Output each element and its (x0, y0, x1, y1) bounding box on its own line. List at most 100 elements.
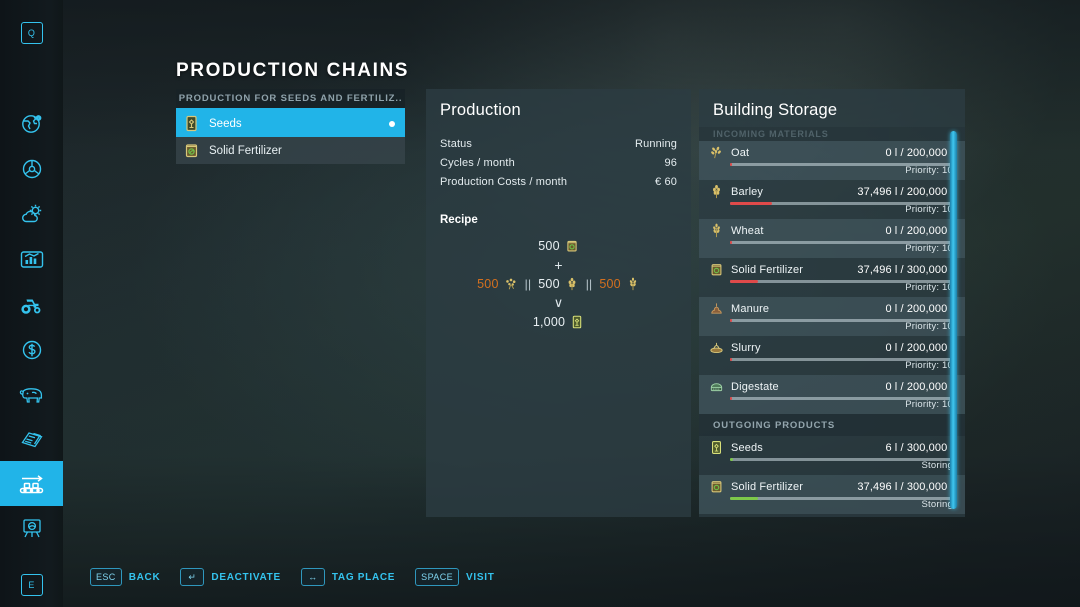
stat-value: € 60 (654, 176, 677, 188)
storage-item-priority: Priority: 10 (905, 321, 953, 332)
wheat-icon (626, 277, 640, 291)
storage-item-name: Manure (731, 302, 770, 315)
storage-row-wheat[interactable]: Wheat 0 l / 200,000 l Priority: 10 (699, 219, 965, 258)
storage-item-name: Oat (731, 146, 750, 159)
keycap-q-icon: Q (20, 21, 43, 44)
storage-item-qty: 37,496 l / 300,000 l (857, 263, 953, 276)
recipe-separator: || (524, 277, 532, 291)
storage-item-name: Solid Fertilizer (731, 263, 804, 276)
active-indicator-dot (389, 120, 395, 127)
storage-row-seeds-out[interactable]: Seeds 6 l / 300,000 l Storing (699, 436, 965, 475)
key-esc-icon: ESC (90, 568, 122, 586)
help-action-label: DEACTIVATE (211, 571, 281, 583)
help-action-visit[interactable]: SPACE VISIT (415, 568, 494, 586)
sidebar-item-contracts[interactable] (0, 417, 63, 462)
storage-panel-title: Building Storage (713, 101, 838, 119)
production-list-item-label: Solid Fertilizer (209, 144, 282, 157)
key-space-icon: SPACE (415, 568, 460, 586)
recipe-input-alternatives: 500 || 500 || 500 (440, 277, 677, 291)
sidebar-item-finances[interactable] (0, 327, 63, 372)
stat-label: Status (440, 138, 473, 150)
sidebar-item-map-marker-key[interactable]: Q (0, 10, 63, 55)
stat-label: Cycles / month (440, 157, 515, 169)
storage-row-solid-fertilizer-out[interactable]: Solid Fertilizer 37,496 l / 300,000 l St… (699, 475, 965, 514)
recipe-section-title: Recipe (440, 214, 478, 226)
storage-item-qty: 0 l / 200,000 l (885, 146, 953, 159)
storage-section-header-incoming: INCOMING MATERIALS (699, 127, 965, 141)
recipe-output: 1,000 (440, 315, 677, 329)
help-action-label: BACK (128, 571, 161, 583)
help-bar: ESC BACK ↵ DEACTIVATE ↔ TAG PLACE SPACE … (90, 568, 495, 586)
sidebar-item-production[interactable] (0, 461, 63, 506)
recipe-alt-amount-wheat: 500 (599, 277, 621, 291)
sidebar-item-vehicles[interactable] (0, 282, 63, 327)
storage-fill-bar (730, 458, 953, 461)
page-title: PRODUCTION CHAINS (176, 60, 410, 81)
fertilizer-bag-icon (183, 142, 200, 159)
storage-scrollbar[interactable] (950, 131, 957, 509)
help-action-deactivate[interactable]: ↵ DEACTIVATE (180, 568, 280, 586)
recipe-input-primary: 500 (440, 239, 677, 253)
storage-item-status: Storing (921, 499, 953, 510)
production-list-item-label: Seeds (209, 117, 242, 130)
storage-item-name: Digestate (731, 380, 779, 393)
storage-scrollbar-thumb[interactable] (950, 131, 957, 509)
storage-item-priority: Priority: 10 (905, 399, 953, 410)
production-stat-status: Status Running (440, 138, 677, 150)
sidebar-item-animals[interactable] (0, 372, 63, 417)
fertilizer-bag-icon (565, 239, 579, 253)
contracts-papers-icon (19, 428, 45, 452)
storage-item-priority: Priority: 10 (905, 360, 953, 371)
slurry-icon (709, 340, 724, 355)
storage-row-digestate[interactable]: Digestate 0 l / 200,000 l Priority: 10 (699, 375, 965, 414)
storage-scroll-area[interactable]: INCOMING MATERIALS Oat 0 l / 200,000 l P… (699, 127, 965, 517)
storage-row-slurry[interactable]: Slurry 0 l / 200,000 l Priority: 10 (699, 336, 965, 375)
sidebar-item-vehicle-control[interactable] (0, 146, 63, 191)
sidebar-item-construction[interactable] (0, 505, 63, 550)
production-list-item-seeds[interactable]: Seeds (176, 110, 405, 137)
storage-row-solid-fertilizer-in[interactable]: Solid Fertilizer 37,496 l / 300,000 l Pr… (699, 258, 965, 297)
help-action-label: VISIT (466, 571, 495, 583)
seed-bag-icon (570, 315, 584, 329)
storage-row-barley[interactable]: Barley 37,496 l / 200,000 l Priority: 10 (699, 180, 965, 219)
game-menu-screen: Q E PRODUCTION CHAINS PRODUCTION FOR SEE… (0, 0, 1080, 607)
seed-bag-icon (709, 440, 724, 455)
production-list-item-solid-fertilizer[interactable]: Solid Fertilizer (176, 137, 405, 164)
storage-item-qty: 0 l / 200,000 l (885, 224, 953, 237)
storage-item-name: Slurry (731, 341, 761, 354)
storage-item-priority: Priority: 10 (905, 165, 953, 176)
recipe-input-amount: 500 (538, 239, 560, 253)
production-stat-costs: Production Costs / month € 60 (440, 176, 677, 188)
storage-row-oat[interactable]: Oat 0 l / 200,000 l Priority: 10 (699, 141, 965, 180)
storage-item-name: Solid Fertilizer (731, 480, 804, 493)
storage-item-qty: 6 l / 300,000 l (885, 441, 953, 454)
storage-item-priority: Priority: 10 (905, 204, 953, 215)
production-list-header: PRODUCTION FOR SEEDS AND FERTILIZ.. (176, 89, 405, 110)
storage-fill-bar (730, 497, 953, 500)
help-action-tag-place[interactable]: ↔ TAG PLACE (300, 568, 396, 586)
storage-section-header-outgoing: OUTGOING PRODUCTS (699, 414, 965, 436)
stat-value: Running (634, 138, 677, 150)
vehicles-tractor-icon (18, 294, 45, 316)
stat-value: 96 (664, 157, 677, 169)
statistics-chart-icon (19, 248, 45, 270)
production-panel-title: Production (440, 101, 521, 119)
sidebar-item-help-key-e[interactable]: E (0, 562, 63, 607)
construction-easel-icon (19, 516, 45, 540)
digestate-icon (709, 379, 724, 394)
fertilizer-bag-icon (709, 262, 724, 277)
help-action-label: TAG PLACE (331, 571, 396, 583)
sidebar-item-weather[interactable] (0, 191, 63, 236)
stat-label: Production Costs / month (440, 176, 568, 188)
storage-item-name: Wheat (731, 224, 764, 237)
finances-dollar-icon (20, 338, 44, 362)
sidebar-item-map[interactable] (0, 101, 63, 146)
storage-item-name: Barley (731, 185, 764, 198)
storage-row-manure[interactable]: Manure 0 l / 200,000 l Priority: 10 (699, 297, 965, 336)
fertilizer-bag-icon (709, 479, 724, 494)
barley-icon (565, 277, 579, 291)
storage-item-status: Storing (921, 460, 953, 471)
sidebar-item-statistics[interactable] (0, 236, 63, 281)
help-action-back[interactable]: ESC BACK (90, 568, 160, 586)
recipe-alt-amount-canola: 500 (477, 277, 499, 291)
